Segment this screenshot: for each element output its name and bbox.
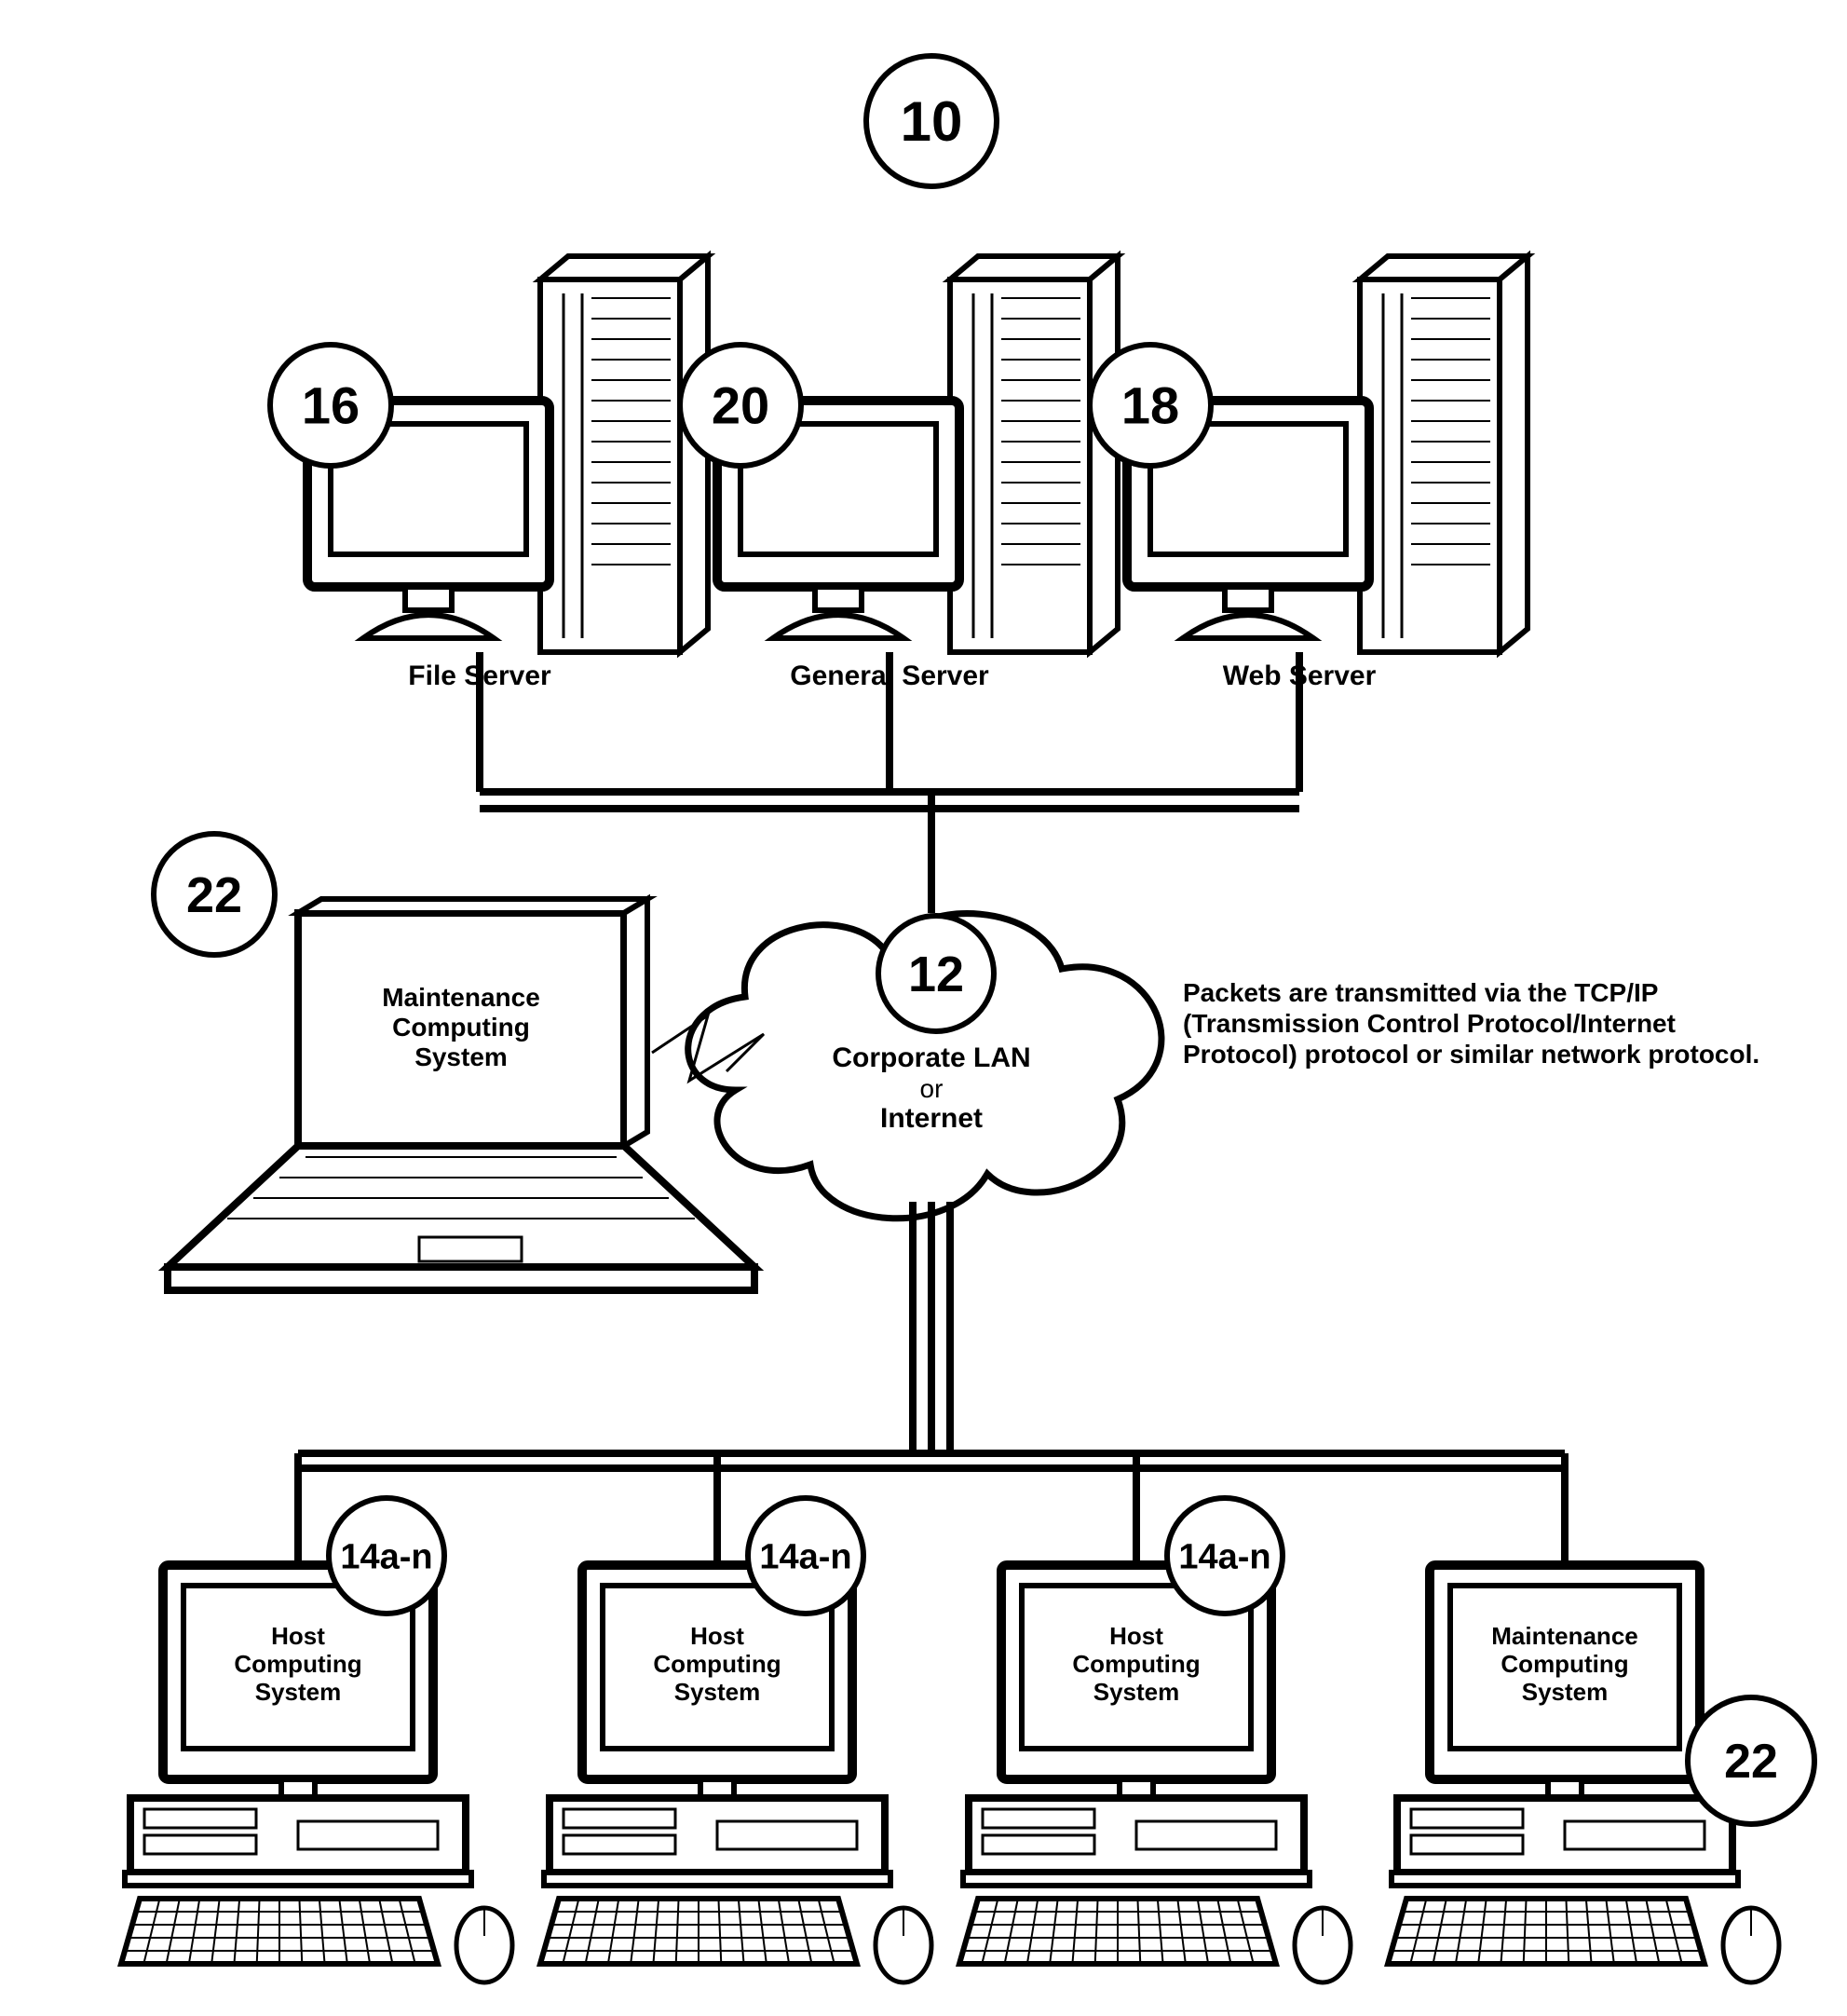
svg-text:Computing: Computing [234, 1650, 361, 1678]
svg-text:Computing: Computing [392, 1013, 530, 1042]
svg-text:22: 22 [186, 867, 242, 923]
svg-text:Host: Host [1109, 1622, 1163, 1650]
svg-text:Maintenance: Maintenance [1491, 1622, 1638, 1650]
svg-text:12: 12 [908, 947, 964, 1002]
svg-text:Host: Host [690, 1622, 744, 1650]
svg-text:22: 22 [1724, 1735, 1778, 1789]
svg-text:14a-n: 14a-n [340, 1537, 432, 1576]
svg-text:System: System [674, 1678, 761, 1706]
svg-text:System: System [414, 1042, 508, 1071]
svg-text:Computing: Computing [1501, 1650, 1628, 1678]
svg-text:Packets are transmitted via th: Packets are transmitted via the TCP/IP [1183, 978, 1658, 1007]
svg-text:System: System [255, 1678, 342, 1706]
svg-text:Host: Host [271, 1622, 325, 1650]
svg-text:16: 16 [302, 376, 360, 435]
svg-text:System: System [1093, 1678, 1180, 1706]
svg-text:Corporate LAN: Corporate LAN [832, 1042, 1030, 1073]
svg-text:(Transmission Control Protocol: (Transmission Control Protocol/Internet [1183, 1009, 1676, 1038]
svg-text:18: 18 [1121, 376, 1179, 435]
svg-text:Protocol) protocol or similar: Protocol) protocol or similar network pr… [1183, 1040, 1759, 1069]
svg-text:Internet: Internet [880, 1103, 983, 1134]
svg-text:10: 10 [901, 90, 963, 153]
svg-text:14a-n: 14a-n [1178, 1537, 1270, 1576]
svg-text:20: 20 [712, 376, 769, 435]
svg-text:14a-n: 14a-n [759, 1537, 851, 1576]
svg-text:Computing: Computing [653, 1650, 781, 1678]
svg-text:System: System [1522, 1678, 1609, 1706]
svg-text:or: or [920, 1074, 944, 1103]
svg-text:Maintenance: Maintenance [382, 983, 540, 1012]
svg-text:Computing: Computing [1072, 1650, 1200, 1678]
